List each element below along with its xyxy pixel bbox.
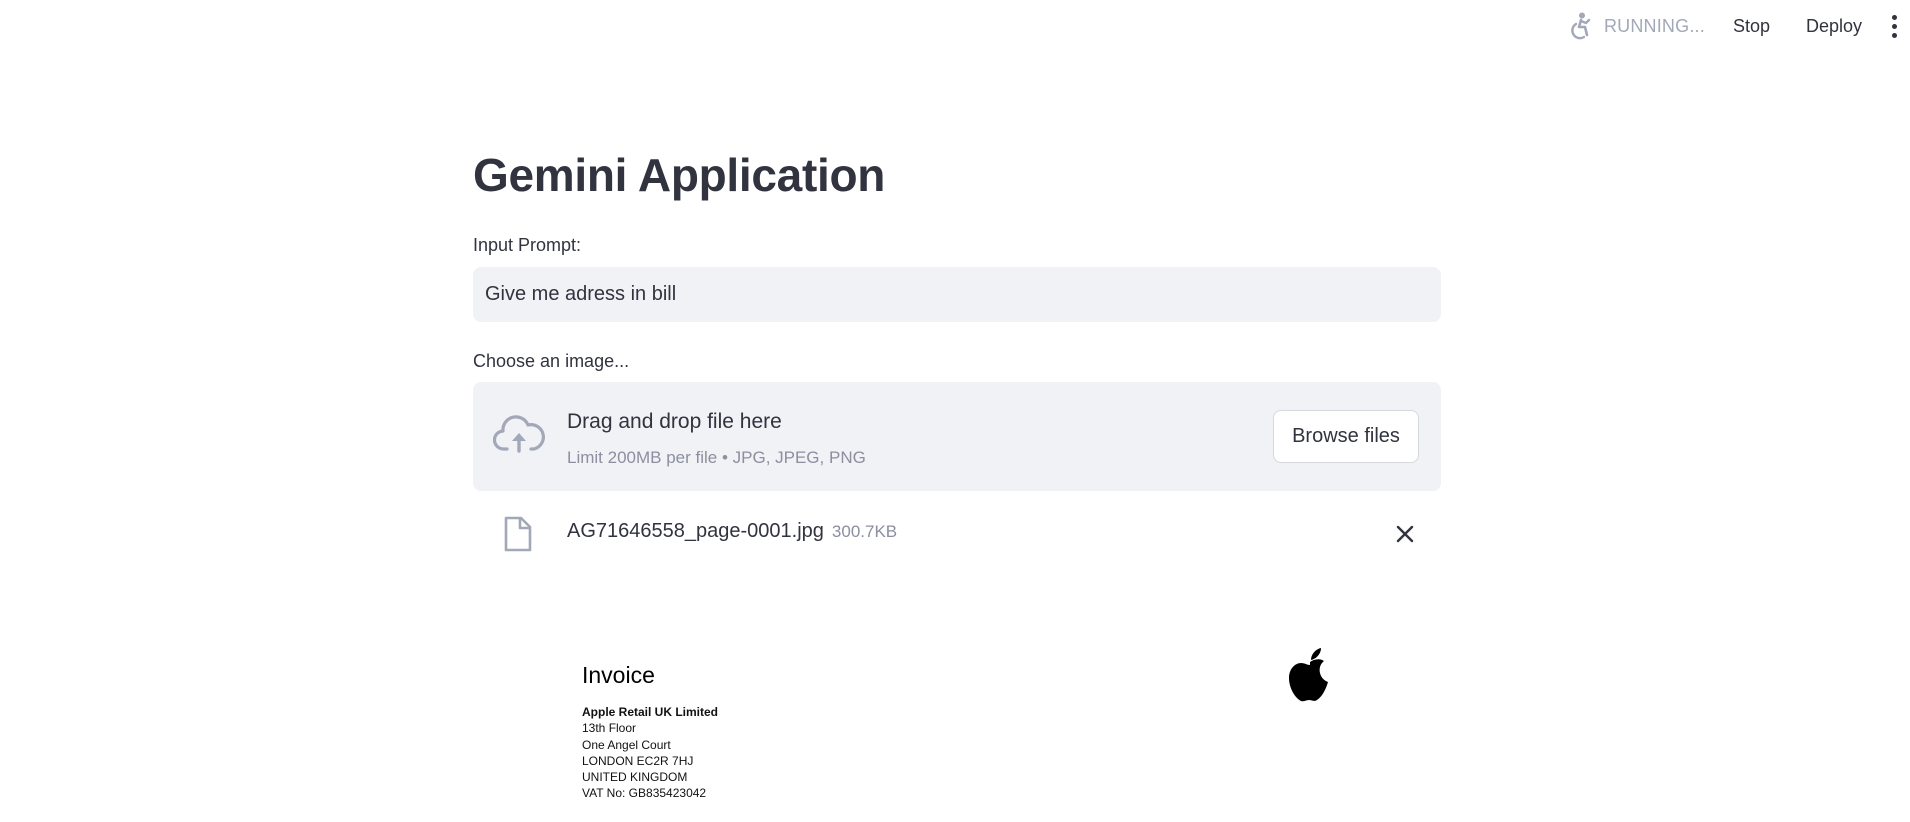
invoice-company: Apple Retail UK Limited — [582, 705, 719, 719]
running-figure-icon — [1566, 12, 1594, 40]
file-size: 300.7KB — [831, 522, 898, 541]
invoice-vat-line: VAT No: GB835423042 — [582, 786, 707, 801]
running-status: RUNNING... — [1603, 15, 1705, 36]
stop-button[interactable]: Stop — [1733, 16, 1770, 37]
dropzone-title: Drag and drop file here — [567, 410, 782, 433]
invoice-address-line: LONDON EC2R 7HJ — [582, 753, 694, 768]
deploy-button[interactable]: Deploy — [1806, 16, 1862, 37]
remove-file-button[interactable] — [1393, 522, 1417, 546]
dropzone-limit-text: Limit 200MB per file • JPG, JPEG, PNG — [567, 448, 866, 467]
file-name-text: AG71646558_page-0001.jpg — [567, 520, 824, 542]
prompt-input[interactable] — [473, 267, 1441, 322]
prompt-label: Input Prompt: — [473, 235, 582, 255]
close-icon — [1396, 525, 1414, 543]
uploaded-file-item: AG71646558_page-0001.jpg 300.7KB — [473, 510, 1441, 558]
page-title: Gemini Application — [473, 149, 886, 201]
invoice-address-line: One Angel Court — [582, 737, 671, 752]
browse-files-button[interactable]: Browse files — [1273, 410, 1419, 463]
uploaded-file-name: AG71646558_page-0001.jpg 300.7KB — [567, 520, 897, 543]
file-icon — [503, 516, 533, 552]
invoice-address-line: UNITED KINGDOM — [582, 770, 688, 785]
invoice-address-line: 13th Floor — [582, 721, 637, 736]
image-uploader-label: Choose an image... — [473, 351, 630, 371]
kebab-menu-icon[interactable] — [1884, 12, 1904, 40]
invoice-address-block: Apple Retail UK Limited 13th Floor One A… — [582, 704, 718, 802]
top-toolbar: RUNNING... Stop Deploy — [1566, 0, 1910, 52]
cloud-upload-icon — [492, 415, 545, 455]
file-dropzone[interactable]: Drag and drop file here Limit 200MB per … — [473, 382, 1441, 491]
uploaded-invoice-image: Invoice Apple Retail UK Limited 13th Flo… — [582, 645, 1332, 822]
apple-logo-icon — [1286, 645, 1334, 705]
invoice-title: Invoice — [582, 662, 655, 688]
